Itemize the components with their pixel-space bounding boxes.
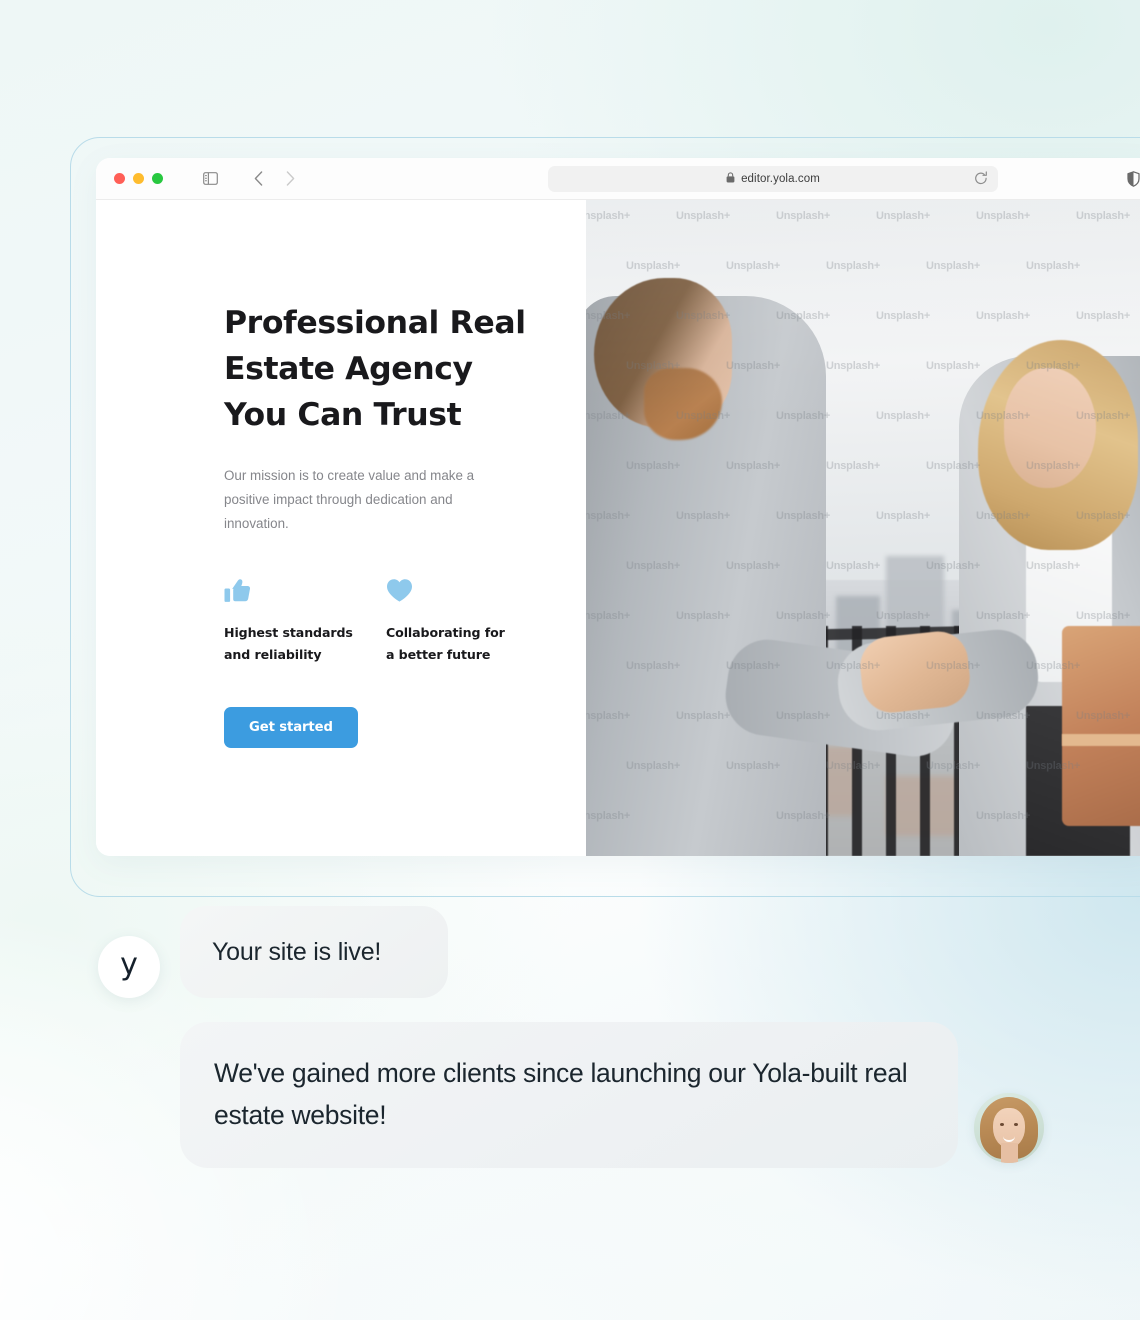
thumbs-up-icon bbox=[224, 578, 386, 606]
feature-label-line-2: and reliability bbox=[224, 646, 322, 662]
address-bar-url: editor.yola.com bbox=[741, 173, 820, 185]
feature-collaborating: Collaborating for a better future bbox=[386, 578, 548, 665]
minimize-window-button[interactable] bbox=[133, 173, 144, 184]
hero-subtitle: Our mission is to create value and make … bbox=[224, 468, 475, 531]
shield-privacy-icon[interactable] bbox=[1122, 168, 1140, 190]
avatar-eye bbox=[1014, 1123, 1018, 1126]
hero-heading-line-3: You Can Trust bbox=[224, 397, 462, 433]
feature-highest-standards: Highest standards and reliability bbox=[224, 578, 386, 665]
browser-toolbar: editor.yola.com bbox=[96, 158, 1140, 200]
address-bar-content: editor.yola.com bbox=[726, 170, 820, 188]
photo-overlay bbox=[586, 200, 1140, 856]
feature-label-line-1: Collaborating for bbox=[386, 625, 505, 640]
chevron-right-icon[interactable] bbox=[279, 168, 301, 190]
heart-icon bbox=[386, 578, 548, 606]
feature-label: Collaborating for a better future bbox=[386, 622, 531, 665]
yola-avatar: y bbox=[98, 936, 160, 998]
site-live-message-text: Your site is live! bbox=[212, 938, 382, 966]
page-root: editor.yola.com Professional Real Estate… bbox=[0, 0, 1140, 1320]
avatar bbox=[974, 1093, 1044, 1163]
hero-features: Highest standards and reliability Collab… bbox=[224, 578, 586, 665]
hero-text-column: Professional Real Estate Agency You Can … bbox=[96, 200, 586, 856]
address-bar[interactable]: editor.yola.com bbox=[548, 166, 998, 192]
yola-logo-letter: y bbox=[120, 946, 138, 982]
feature-label-line-2: a better future bbox=[386, 646, 491, 662]
hero-photo: Unsplash+ Unsplash+ Unsplash+ Unsplash+ … bbox=[586, 200, 1140, 856]
hero-heading: Professional Real Estate Agency You Can … bbox=[224, 300, 544, 438]
maximize-window-button[interactable] bbox=[152, 173, 163, 184]
lock-icon bbox=[726, 170, 735, 188]
hero-heading-line-1: Professional Real bbox=[224, 305, 526, 341]
chevron-left-icon[interactable] bbox=[247, 168, 269, 190]
testimonial-message-bubble: We've gained more clients since launchin… bbox=[180, 1022, 958, 1168]
feature-label: Highest standards and reliability bbox=[224, 622, 369, 665]
avatar-eye bbox=[1000, 1123, 1004, 1126]
sidebar-toggle-icon[interactable] bbox=[199, 168, 221, 190]
feature-label-line-1: Highest standards bbox=[224, 625, 353, 640]
get-started-button[interactable]: Get started bbox=[224, 707, 358, 748]
website-canvas: Professional Real Estate Agency You Can … bbox=[96, 200, 1140, 856]
browser-window: editor.yola.com Professional Real Estate… bbox=[96, 158, 1140, 856]
avatar-face bbox=[993, 1108, 1025, 1148]
window-controls bbox=[114, 173, 163, 184]
site-live-message-bubble: Your site is live! bbox=[180, 906, 448, 998]
reload-icon[interactable] bbox=[974, 171, 988, 191]
hero-heading-line-2: Estate Agency bbox=[224, 351, 473, 387]
close-window-button[interactable] bbox=[114, 173, 125, 184]
testimonial-message-text: We've gained more clients since launchin… bbox=[214, 1058, 908, 1130]
avatar-neck bbox=[1001, 1143, 1018, 1163]
